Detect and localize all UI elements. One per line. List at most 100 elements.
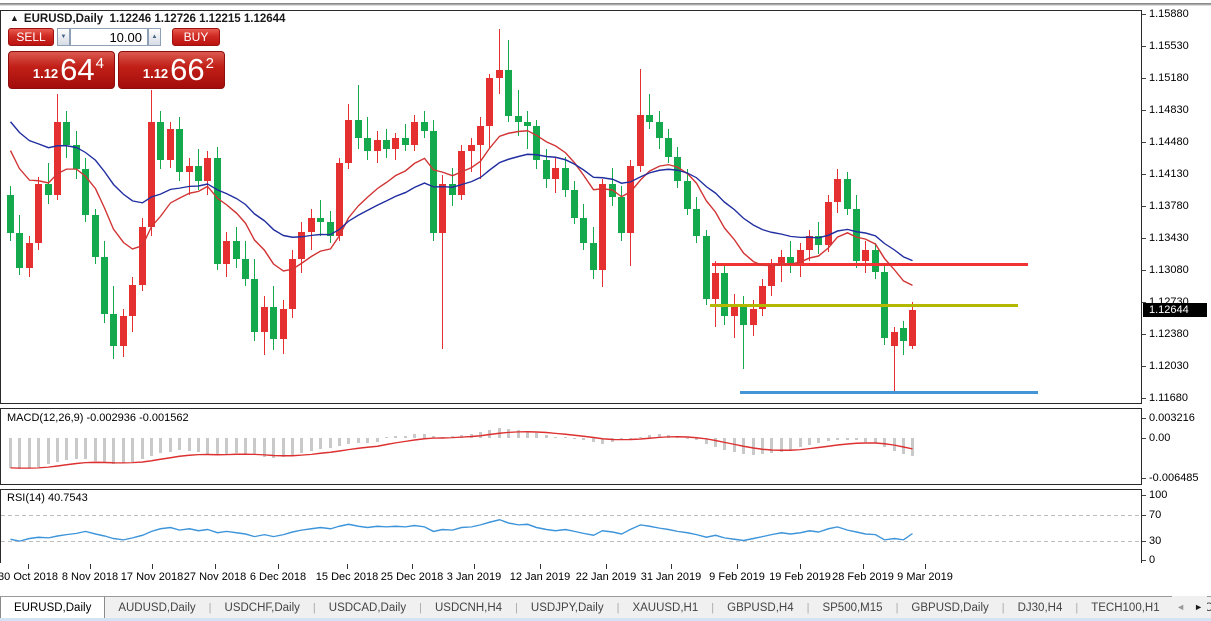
- bid-price-panel[interactable]: 1.12 64 4: [8, 51, 115, 89]
- chart-tab-gbpusd-h4[interactable]: GBPUSD,H4: [714, 597, 806, 618]
- chart-tab-usdjpy-daily[interactable]: USDJPY,Daily: [518, 597, 617, 618]
- price-tick-label: 1.13780: [1149, 200, 1189, 212]
- rsi-tick-label: 30: [1149, 535, 1161, 547]
- time-tick-label: 31 Jan 2019: [641, 571, 702, 583]
- rsi-tick-label: 100: [1149, 489, 1167, 501]
- ask-prefix: 1.12: [143, 66, 168, 81]
- price-tick-mark: [1142, 78, 1146, 79]
- price-tick-mark: [1142, 398, 1146, 399]
- chart-tab-xauusd-h1[interactable]: XAUUSD,H1: [619, 597, 711, 618]
- time-tick-mark: [90, 564, 91, 569]
- chart-collapse-icon[interactable]: ▲: [10, 13, 19, 23]
- price-tick-mark: [1142, 270, 1146, 271]
- chart-tab-usdchf-daily[interactable]: USDCHF,Daily: [212, 597, 313, 618]
- triangle-down-icon: ▼: [61, 34, 67, 40]
- time-tick-label: 17 Nov 2018: [121, 571, 183, 583]
- ask-big-digits: 66: [170, 56, 204, 85]
- price-tick-label: 1.14830: [1149, 104, 1189, 116]
- trading-platform-window: ▲ EURUSD,Daily 1.12246 1.12726 1.12215 1.…: [0, 0, 1211, 621]
- chart-tab-usdcnh-h4[interactable]: USDCNH,H4: [422, 597, 515, 618]
- volume-input[interactable]: [70, 28, 148, 46]
- time-tick-mark: [278, 564, 279, 569]
- price-tick-label: 1.13080: [1149, 264, 1189, 276]
- buy-button[interactable]: BUY: [172, 28, 220, 46]
- time-axis[interactable]: 30 Oct 2018 8 Nov 201817 Nov 201827 Nov 2…: [0, 563, 1142, 593]
- tabs-scroll-right-icon[interactable]: ►: [1194, 603, 1203, 612]
- rsi-tick-label: 70: [1149, 509, 1161, 521]
- time-tick-mark: [606, 564, 607, 569]
- chart-tab-usdcad-daily[interactable]: USDCAD,Daily: [316, 597, 419, 618]
- rsi-tick-mark: [1142, 541, 1146, 542]
- time-tick-mark: [737, 564, 738, 569]
- price-tick-mark: [1142, 110, 1146, 111]
- time-tick-mark: [28, 564, 29, 569]
- window-divider: [0, 3, 1211, 6]
- chart-tab-dj30-h4[interactable]: DJ30,H4: [1005, 597, 1076, 618]
- rsi-tick-mark: [1142, 495, 1146, 496]
- chart-tab-gbpusd-daily[interactable]: GBPUSD,Daily: [898, 597, 1001, 618]
- chart-tab-bar: EURUSD,DailyAUDUSD,Daily|USDCHF,Daily|US…: [0, 596, 1211, 618]
- chart-tab-eurusd-daily[interactable]: EURUSD,Daily: [0, 596, 105, 618]
- price-tick-mark: [1142, 46, 1146, 47]
- chart-tab-sp500-m15[interactable]: SP500,M15: [809, 597, 895, 618]
- price-tick-label: 1.15880: [1149, 8, 1189, 20]
- time-tick-mark: [412, 564, 413, 569]
- rsi-tick-label: 0: [1149, 554, 1155, 566]
- price-tick-label: 1.15530: [1149, 40, 1189, 52]
- price-tick-mark: [1142, 334, 1146, 335]
- time-tick-label: 30 Oct 2018: [0, 571, 58, 583]
- time-tick-mark: [152, 564, 153, 569]
- price-tick-label: 1.12380: [1149, 328, 1189, 340]
- time-tick-mark: [540, 564, 541, 569]
- tab-scroll-controls: ◄ ►: [1172, 596, 1207, 618]
- time-tick-label: 9 Feb 2019: [709, 571, 765, 583]
- rsi-tick-mark: [1142, 560, 1146, 561]
- time-tick-mark: [800, 564, 801, 569]
- price-tick-label: 1.12030: [1149, 360, 1189, 372]
- time-tick-label: 22 Jan 2019: [576, 571, 637, 583]
- time-tick-mark: [925, 564, 926, 569]
- top-window-strip: [0, 0, 1211, 10]
- volume-decrease-button[interactable]: ▼: [57, 28, 70, 46]
- price-tick-mark: [1142, 174, 1146, 175]
- price-tick-label: 1.11680: [1149, 392, 1188, 404]
- price-axis[interactable]: 1.15880 1.15530 1.15180 1.14830 1.14480 1.141…: [1142, 10, 1211, 565]
- time-tick-mark: [347, 564, 348, 569]
- macd-tick-label: 0.00: [1149, 432, 1170, 444]
- price-tick-mark: [1142, 14, 1146, 15]
- time-tick-mark: [215, 564, 216, 569]
- macd-tick-label: 0.003216: [1149, 412, 1195, 424]
- time-tick-label: 12 Jan 2019: [510, 571, 571, 583]
- macd-tick-mark: [1142, 478, 1146, 479]
- time-tick-label: 6 Dec 2018: [250, 571, 306, 583]
- one-click-trading-widget: SELL ▼ ▲ BUY 1.12 64 4 1.12 66 2: [8, 28, 225, 89]
- time-tick-label: 9 Mar 2019: [897, 571, 953, 583]
- symbol-ohlc-text: EURUSD,Daily 1.12246 1.12726 1.12215 1.1…: [24, 13, 286, 25]
- price-tick-mark: [1142, 366, 1146, 367]
- price-tick-label: 1.14480: [1149, 136, 1189, 148]
- time-tick-label: 8 Nov 2018: [62, 571, 118, 583]
- macd-tick-label: -0.006485: [1149, 472, 1199, 484]
- time-tick-label: 27 Nov 2018: [184, 571, 246, 583]
- sell-button[interactable]: SELL: [8, 28, 54, 46]
- ask-price-panel[interactable]: 1.12 66 2: [118, 51, 225, 89]
- triangle-up-icon: ▲: [152, 34, 158, 40]
- bid-pip-digit: 4: [96, 55, 104, 72]
- price-tick-label: 1.15180: [1149, 72, 1189, 84]
- rsi-tick-mark: [1142, 515, 1146, 516]
- price-tick-mark: [1142, 142, 1146, 143]
- price-tick-label: 1.14130: [1149, 168, 1189, 180]
- time-tick-mark: [863, 564, 864, 569]
- time-tick-label: 15 Dec 2018: [316, 571, 378, 583]
- bid-prefix: 1.12: [33, 66, 58, 81]
- chart-tab-audusd-daily[interactable]: AUDUSD,Daily: [105, 597, 208, 618]
- rsi-label: RSI(14) 40.7543: [7, 492, 88, 504]
- time-tick-label: 3 Jan 2019: [447, 571, 501, 583]
- price-tick-mark: [1142, 238, 1146, 239]
- bid-big-digits: 64: [60, 56, 94, 85]
- current-price-badge: 1.12644: [1143, 303, 1207, 317]
- tabs-scroll-left-icon[interactable]: ◄: [1176, 603, 1185, 612]
- volume-increase-button[interactable]: ▲: [148, 28, 161, 46]
- chart-tab-tech100-h1[interactable]: TECH100,H1: [1078, 597, 1172, 618]
- rsi-indicator-canvas[interactable]: [0, 489, 1142, 564]
